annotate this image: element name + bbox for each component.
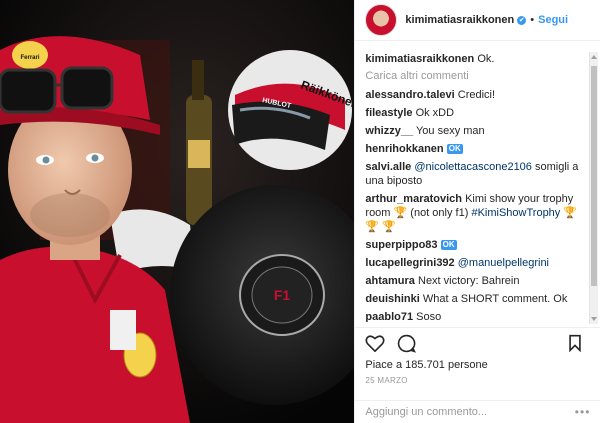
trophy-icon: 🏆: [365, 221, 380, 233]
comment-username[interactable]: salvi.alle: [365, 161, 411, 173]
comment-text-2: (not only f1): [410, 207, 469, 219]
comment-username[interactable]: deuishinki: [365, 293, 419, 305]
comment-username[interactable]: paablo71: [365, 311, 413, 322]
load-more-comments-button[interactable]: Carica altri commenti: [365, 70, 585, 82]
photo-illustration: Räikkönen HUBLOT F1 Ferrari: [0, 0, 355, 423]
separator-dot: •: [530, 14, 535, 26]
post-date: 25 MARZO: [365, 376, 408, 385]
comment-item: paablo71 Soso: [365, 310, 585, 322]
comment-text: What a SHORT comment. Ok: [422, 293, 568, 305]
scroll-up-icon[interactable]: [591, 55, 597, 59]
comment-username[interactable]: henrihokkanen: [365, 143, 443, 155]
comment-username[interactable]: ahtamura: [365, 275, 415, 287]
trophy-icon: 🏆: [393, 207, 408, 219]
comment-item: superpippo83 OK: [365, 238, 585, 252]
trophy-icon: 🏆: [382, 221, 396, 233]
header-username[interactable]: kimimatiasraikkonen: [405, 14, 514, 26]
action-icons: [355, 328, 600, 358]
comments-scrollbar[interactable]: [589, 52, 598, 324]
post-actions: Piace a 185.701 persone 25 MARZO: [355, 327, 600, 385]
caption-username[interactable]: kimimatiasraikkonen: [365, 53, 474, 65]
ok-emoji-icon: OK: [440, 240, 457, 250]
caption: kimimatiasraikkonen Ok.: [365, 52, 585, 66]
scrollbar-thumb[interactable]: [591, 66, 597, 286]
comment-item: alessandro.talevi Credici!: [365, 88, 585, 102]
comment-text: Credici!: [457, 89, 496, 101]
bookmark-icon[interactable]: [568, 334, 582, 352]
like-heart-icon[interactable]: [365, 334, 385, 352]
add-comment-bar: •••: [355, 400, 600, 423]
follow-button[interactable]: Segui: [538, 14, 568, 26]
comments-list: kimimatiasraikkonen Ok. Carica altri com…: [365, 52, 585, 322]
post-photo[interactable]: Räikkönen HUBLOT F1 Ferrari: [0, 0, 355, 423]
avatar[interactable]: [365, 4, 398, 36]
post-header: kimimatiasraikkonen ✔ • Segui: [355, 0, 600, 41]
comment-username[interactable]: whizzy__: [365, 125, 413, 137]
comment-mention[interactable]: @manuelpellegrini: [458, 257, 549, 269]
verified-icon: ✔: [517, 15, 527, 25]
comment-item: salvi.alle @nicolettacascone2106 somigli…: [365, 160, 585, 188]
instagram-post: Räikkönen HUBLOT F1 Ferrari kimimatiasra…: [0, 0, 600, 423]
comment-text: You sexy man: [415, 125, 485, 137]
comment-hashtag[interactable]: #KimiShowTrophy: [471, 207, 560, 219]
comment-username[interactable]: superpippo83: [365, 239, 437, 251]
trophy-logo-text: F1: [274, 287, 291, 303]
caption-text: Ok.: [477, 53, 495, 65]
comment-text: Next victory: Bahrein: [418, 275, 520, 287]
scroll-down-icon[interactable]: [591, 317, 597, 321]
comment-username[interactable]: lucapellegrini392: [365, 257, 454, 269]
cap-logo-text: Ferrari: [20, 55, 39, 61]
comment-item: arthur_maratovich Kimi show your trophy …: [365, 192, 585, 234]
add-comment-input[interactable]: [365, 406, 575, 418]
trophy-icon: 🏆: [563, 207, 578, 219]
comment-item: deuishinki What a SHORT comment. Ok: [365, 292, 585, 306]
likes-count[interactable]: Piace a 185.701 persone: [355, 359, 600, 371]
more-options-icon[interactable]: •••: [575, 405, 591, 419]
ok-emoji-icon: OK: [446, 144, 463, 154]
comment-item: fileastyle Ok xDD: [365, 106, 585, 120]
comment-text: Soso: [416, 311, 442, 322]
comment-username[interactable]: fileastyle: [365, 107, 412, 119]
comment-username[interactable]: alessandro.talevi: [365, 89, 454, 101]
comment-mention[interactable]: @nicolettacascone2106: [414, 161, 532, 173]
comment-username[interactable]: arthur_maratovich: [365, 193, 462, 205]
post-sidebar: kimimatiasraikkonen ✔ • Segui kimimatias…: [354, 0, 600, 423]
comment-item: whizzy__ You sexy man: [365, 124, 585, 138]
comment-item: henrihokkanen OK: [365, 142, 585, 156]
comment-text: Ok xDD: [415, 107, 455, 119]
comment-item: lucapellegrini392 @manuelpellegrini: [365, 256, 585, 270]
comment-item: ahtamura Next victory: Bahrein: [365, 274, 585, 288]
comment-bubble-icon[interactable]: [397, 334, 417, 353]
